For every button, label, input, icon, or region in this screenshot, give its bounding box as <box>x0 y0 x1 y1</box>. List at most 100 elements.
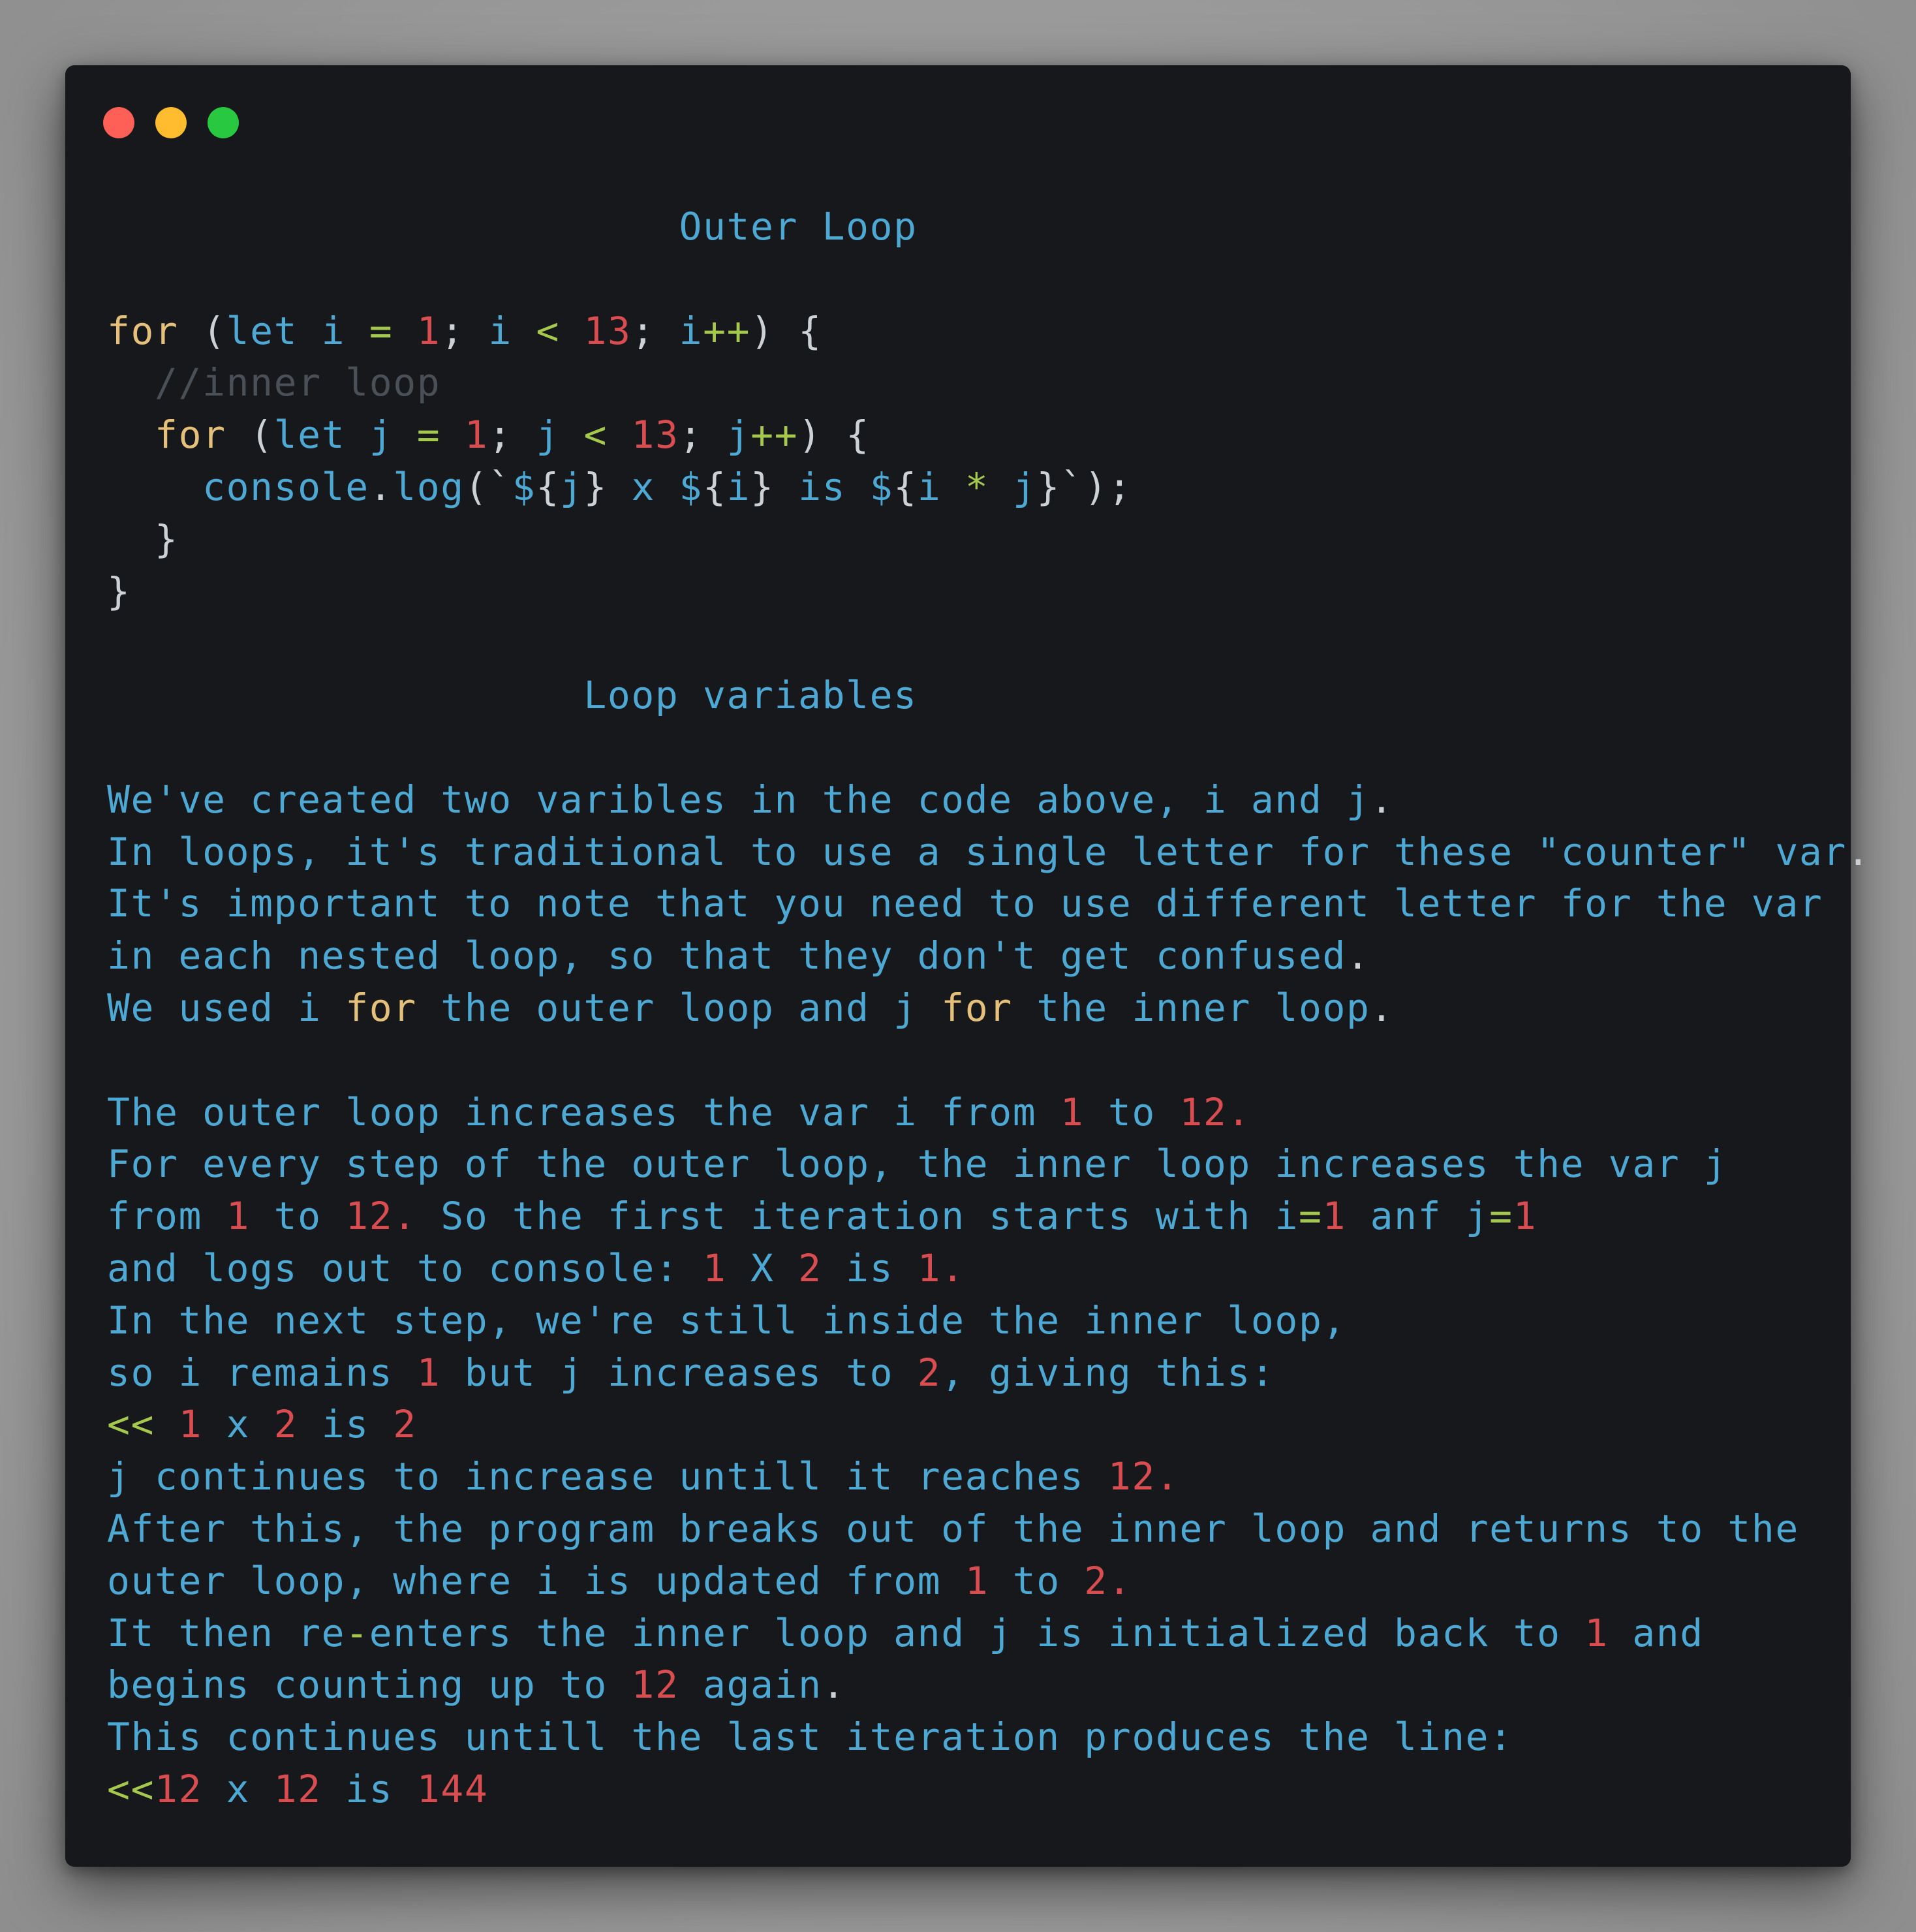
code-token: so i remains <box>107 1350 417 1395</box>
code-token: begins counting up to <box>107 1662 632 1707</box>
code-line: We used i for the outer loop and j for t… <box>107 982 1870 1035</box>
code-token: 12 <box>273 1766 322 1811</box>
code-line: In loops, it's traditional to use a sing… <box>107 826 1870 879</box>
code-token: . <box>1370 777 1395 822</box>
code-token: After this, the program breaks out of th… <box>107 1506 1799 1551</box>
code-line: In the next step, we're still inside the… <box>107 1295 1870 1347</box>
code-token: 2 <box>393 1402 417 1447</box>
code-token: ) { <box>750 308 822 353</box>
code-token: again <box>679 1662 822 1707</box>
code-token: This continues untill the last iteration… <box>107 1715 1513 1760</box>
code-token: to <box>250 1194 346 1239</box>
code-token: x <box>202 1766 274 1811</box>
code-token: 1 <box>464 413 489 458</box>
code-token: 12 <box>155 1766 203 1811</box>
code-line: outer loop, where i is updated from 1 to… <box>107 1555 1870 1608</box>
code-token: It then re <box>107 1610 346 1655</box>
code-token: So the first iteration starts with i <box>416 1194 1299 1239</box>
code-token: log <box>393 464 465 509</box>
code-token: < <box>583 413 608 458</box>
code-token: 1 <box>1513 1194 1537 1239</box>
code-token: 1 <box>1584 1610 1609 1655</box>
code-token: . <box>369 464 394 509</box>
code-token: i <box>726 464 751 509</box>
code-line: } <box>107 566 1870 618</box>
code-token: 1 <box>416 1350 441 1395</box>
code-token: In the next step, we're still inside the… <box>107 1298 1346 1343</box>
code-token: It's important to note that you need to … <box>107 881 1823 926</box>
code-token: ; <box>631 308 679 353</box>
window-controls <box>103 107 239 138</box>
code-token: 12 <box>631 1662 679 1707</box>
code-token: x <box>202 1402 274 1447</box>
code-line: //inner loop <box>107 357 1870 409</box>
code-token: 12. <box>1107 1454 1180 1499</box>
code-token: ; <box>488 413 536 458</box>
code-token: enters the inner loop and j is initializ… <box>369 1610 1585 1655</box>
code-token: } <box>107 569 131 614</box>
code-token: 1 <box>702 1245 727 1290</box>
code-token: outer loop, where i is updated from <box>107 1558 965 1603</box>
code-line: This continues untill the last iteration… <box>107 1711 1870 1764</box>
code-token: but j increases to <box>440 1350 918 1395</box>
code-token: i <box>917 464 965 509</box>
code-token: j <box>726 413 751 458</box>
code-token: 13 <box>583 308 632 353</box>
code-token: i <box>679 308 703 353</box>
code-line: begins counting up to 12 again. <box>107 1659 1870 1711</box>
code-token: 1 <box>178 1402 203 1447</box>
code-line: << 1 x 2 is 2 <box>107 1399 1870 1451</box>
code-line: and logs out to console: 1 X 2 is 1. <box>107 1243 1870 1295</box>
code-token: } <box>750 464 775 509</box>
code-line: so i remains 1 but j increases to 2, giv… <box>107 1347 1870 1399</box>
code-line: for (let i = 1; i < 13; i++) { <box>107 305 1870 358</box>
code-line: from 1 to 12. So the first iteration sta… <box>107 1191 1870 1243</box>
code-token: 2 <box>798 1245 822 1290</box>
code-token: is <box>321 1766 417 1811</box>
code-token: << <box>107 1402 155 1447</box>
code-token: } <box>583 464 608 509</box>
maximize-dot[interactable] <box>208 107 239 138</box>
code-token: j <box>989 464 1037 509</box>
code-line: Loop variables <box>107 670 1870 722</box>
code-token: and <box>1608 1610 1704 1655</box>
code-token: Outer Loop <box>107 204 918 249</box>
code-token: from <box>107 1194 226 1239</box>
code-token: is <box>822 1245 918 1290</box>
code-token: 2. <box>1084 1558 1132 1603</box>
code-token: ( <box>178 308 226 353</box>
code-token: j <box>536 413 584 458</box>
minimize-dot[interactable] <box>155 107 187 138</box>
code-token: Loop variables <box>107 673 918 718</box>
code-token: is <box>774 464 870 509</box>
close-dot[interactable] <box>103 107 134 138</box>
code-token: } <box>107 516 179 561</box>
code-token: << <box>107 1766 155 1811</box>
code-token: $ <box>512 464 536 509</box>
code-token: 12. <box>345 1194 417 1239</box>
code-token: 1 <box>416 308 441 353</box>
code-token: 1 <box>226 1194 251 1239</box>
code-token: , giving this: <box>941 1350 1275 1395</box>
code-token: (` <box>464 464 512 509</box>
code-token: is <box>298 1402 394 1447</box>
code-line: j continues to increase untill it reache… <box>107 1451 1870 1503</box>
code-token: 1 <box>965 1558 989 1603</box>
code-token: { <box>893 464 918 509</box>
code-token: for <box>155 413 226 458</box>
code-token: 2 <box>273 1402 298 1447</box>
code-token: the inner loop <box>1012 985 1370 1030</box>
code-token: let i <box>226 308 369 353</box>
code-token: let j <box>273 413 417 458</box>
code-token: and logs out to console: <box>107 1245 703 1290</box>
code-token: = <box>1489 1194 1513 1239</box>
code-block: Outer Loop for (let i = 1; i < 13; i++) {… <box>107 201 1870 1816</box>
code-token: 13 <box>631 413 679 458</box>
code-line: After this, the program breaks out of th… <box>107 1503 1870 1555</box>
code-token: { <box>536 464 560 509</box>
code-token: < <box>536 308 560 353</box>
